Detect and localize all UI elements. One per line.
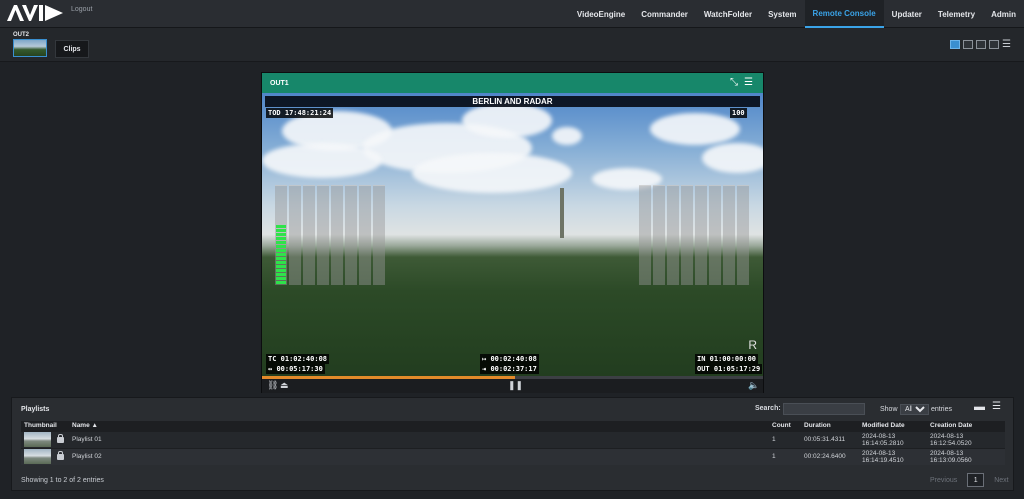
- player-title: OUT1: [270, 79, 289, 87]
- table-row[interactable]: Playlist 02 1 00:02:24.6400 2024-08-13 16…: [21, 447, 1005, 465]
- nav-system[interactable]: System: [760, 0, 804, 28]
- lock-icon: [57, 433, 64, 443]
- out-point: OUT 01:05:17:29: [695, 364, 763, 374]
- pause-button[interactable]: ❚❚: [508, 380, 523, 391]
- avid-logo: [7, 5, 63, 21]
- playlist-thumbnail: [24, 432, 51, 447]
- player-header: OUT1 ⤡ ☰: [262, 73, 763, 93]
- speaker-icon[interactable]: 🔈: [748, 380, 759, 391]
- pagination: Previous 1 Next: [930, 473, 1009, 487]
- remaining-value: 00:02:37:17: [490, 365, 537, 373]
- overlay-title: BERLIN AND RADAR: [265, 96, 760, 107]
- audio-meter-left: [275, 185, 385, 285]
- timecode: TC 01:02:40:08: [266, 354, 330, 364]
- next-button[interactable]: Next: [994, 477, 1008, 484]
- player-controls: ⛓ ⏏ ❚❚ 🔈: [262, 379, 763, 393]
- main-nav: VideoEngine Commander WatchFolder System…: [569, 0, 1024, 28]
- created-time: 16:13:09.0560: [930, 456, 972, 464]
- output-selector-bar: OUT2 Clips ☰: [0, 28, 1024, 62]
- video-preview[interactable]: BERLIN AND RADAR TOD 17:48:21:24 100 R T…: [262, 93, 763, 376]
- layout-switcher: ☰: [950, 40, 1014, 50]
- menu-icon[interactable]: ☰: [744, 77, 753, 88]
- col-thumbnail[interactable]: Thumbnail: [21, 421, 69, 431]
- minimize-icon[interactable]: ▬: [974, 401, 985, 413]
- count-cell: 1: [769, 430, 801, 448]
- page-1-button[interactable]: 1: [967, 473, 985, 487]
- col-name[interactable]: Name ▲: [69, 421, 769, 431]
- modified-date: 2024-08-13: [862, 432, 896, 440]
- elapsed-time: ↦ 00:02:40:08: [480, 354, 539, 364]
- menu-icon[interactable]: ☰: [1002, 40, 1014, 50]
- entries-select[interactable]: All: [900, 404, 929, 415]
- logout-link[interactable]: Logout: [71, 6, 92, 13]
- nav-remote-console[interactable]: Remote Console: [804, 0, 884, 28]
- menu-icon[interactable]: ☰: [992, 401, 1001, 412]
- elapsed-value: 00:02:40:08: [490, 355, 537, 363]
- duration-cell: 00:05:31.4311: [801, 430, 859, 448]
- nav-commander[interactable]: Commander: [633, 0, 696, 28]
- thumbnail-cell: [21, 447, 69, 465]
- multi-view-icon[interactable]: [989, 40, 999, 49]
- clips-tab[interactable]: Clips: [55, 40, 89, 58]
- victory-column: [560, 188, 564, 238]
- search-input[interactable]: [783, 403, 865, 415]
- thumbnail-cell: [21, 430, 69, 448]
- remaining-time: ⇥ 00:02:37:17: [480, 364, 539, 374]
- playlist-thumbnail: [24, 449, 51, 465]
- in-point: IN 01:00:00:00: [695, 354, 759, 364]
- playlists-panel: Playlists Search: Show All entries ▬ ☰ T…: [11, 397, 1014, 491]
- previous-button[interactable]: Previous: [930, 477, 957, 484]
- playlists-title: Playlists: [21, 406, 50, 413]
- record-flag: R: [748, 338, 757, 352]
- created-cell: 2024-08-13 16:13:09.0560: [927, 447, 1005, 465]
- audio-meter-right: [639, 185, 749, 285]
- modified-time: 16:14:05.2810: [862, 439, 904, 447]
- created-date: 2024-08-13: [930, 449, 964, 457]
- output-thumbnail[interactable]: [13, 39, 47, 57]
- modified-cell: 2024-08-13 16:14:19.4510: [859, 447, 927, 465]
- created-date: 2024-08-13: [930, 432, 964, 440]
- modified-date: 2024-08-13: [862, 449, 896, 457]
- clip-duration: ↔ 00:05:17:30: [266, 364, 325, 374]
- nav-watchfolder[interactable]: WatchFolder: [696, 0, 760, 28]
- col-name-label: Name: [72, 422, 90, 430]
- nav-videoengine[interactable]: VideoEngine: [569, 0, 633, 28]
- modified-cell: 2024-08-13 16:14:05.2810: [859, 430, 927, 448]
- nav-telemetry[interactable]: Telemetry: [930, 0, 983, 28]
- modified-time: 16:14:19.4510: [862, 456, 904, 464]
- duration-cell: 00:02:24.6400: [801, 447, 859, 465]
- entries-summary: Showing 1 to 2 of 2 entries: [21, 477, 104, 484]
- table-row[interactable]: Playlist 01 1 00:05:31.4311 2024-08-13 16…: [21, 430, 1005, 448]
- name-cell: Playlist 01: [69, 430, 769, 448]
- nav-admin[interactable]: Admin: [983, 0, 1024, 28]
- clip-duration-value: 00:05:17:30: [276, 365, 323, 373]
- dual-view-icon[interactable]: [963, 40, 973, 49]
- eject-icon[interactable]: ⏏: [280, 380, 289, 391]
- show-label: Show: [880, 406, 898, 413]
- col-created[interactable]: Creation Date: [927, 421, 1005, 431]
- lock-icon: [57, 450, 64, 460]
- count-cell: 1: [769, 447, 801, 465]
- unlink-icon[interactable]: ⛓: [267, 380, 278, 391]
- created-cell: 2024-08-13 16:12:54.0520: [927, 430, 1005, 448]
- created-time: 16:12:54.0520: [930, 439, 972, 447]
- quad-view-icon[interactable]: [976, 40, 986, 49]
- single-view-icon[interactable]: [950, 40, 960, 49]
- col-modified[interactable]: Modified Date: [859, 421, 927, 431]
- name-cell: Playlist 02: [69, 447, 769, 465]
- time-of-day: TOD 17:48:21:24: [266, 108, 334, 118]
- col-count[interactable]: Count: [769, 421, 801, 431]
- output-label: OUT2: [13, 32, 30, 38]
- playlists-table: Thumbnail Name ▲ Count Duration Modified…: [21, 421, 1005, 465]
- volume-level: 100: [730, 108, 747, 118]
- player-panel: OUT1 ⤡ ☰ BERLIN AND RADAR TOD 17:48:21:2…: [261, 72, 764, 393]
- col-duration[interactable]: Duration: [801, 421, 859, 431]
- search-label: Search:: [755, 405, 781, 412]
- collapse-icon[interactable]: ⤡: [730, 77, 738, 88]
- entries-label: entries: [931, 406, 953, 413]
- sort-asc-icon: ▲: [91, 422, 98, 430]
- top-navigation-bar: Logout VideoEngine Commander WatchFolder…: [0, 0, 1024, 28]
- nav-updater[interactable]: Updater: [884, 0, 930, 28]
